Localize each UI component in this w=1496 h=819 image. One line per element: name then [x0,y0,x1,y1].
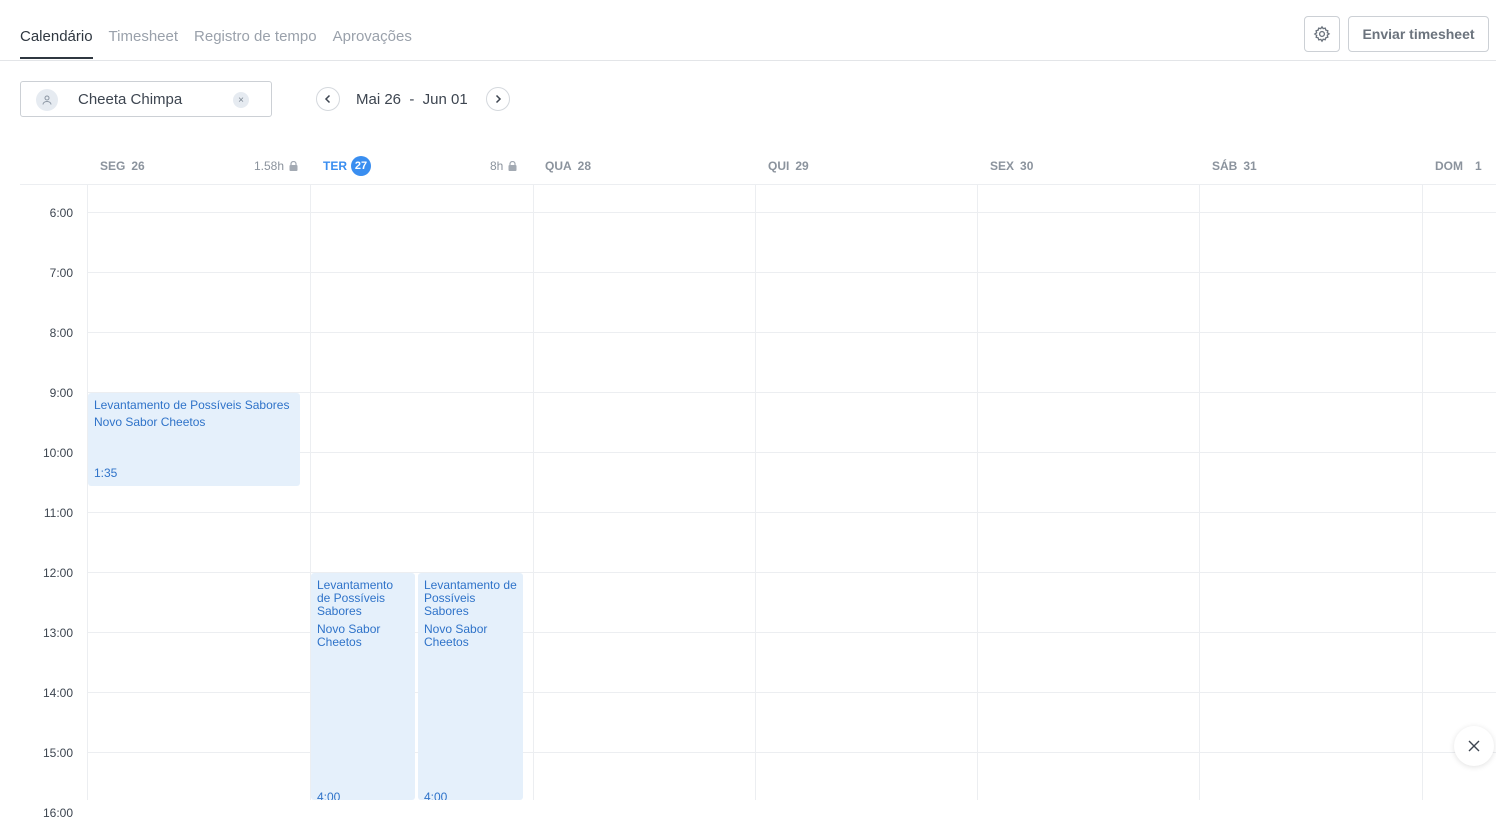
hour-label: 8:00 [49,326,73,340]
tab-timesheet[interactable]: Timesheet [109,28,178,59]
selected-user-name: Cheeta Chimpa [78,91,183,108]
close-icon: × [238,94,244,106]
day-name: TER [323,159,347,173]
hour-label: 14:00 [42,686,73,700]
column-divider [755,184,756,800]
day-name: DOM [1435,159,1463,173]
day-header-sun: DOM 1 [1435,157,1482,175]
hour-line [87,512,1496,513]
next-week-button[interactable] [486,87,510,111]
hour-label: 16:00 [42,806,73,819]
column-divider [533,184,534,800]
hour-line [87,272,1496,273]
entry-duration: 4:00 [424,790,448,801]
day-name: QUI [768,159,790,173]
hour-label: 7:00 [49,266,73,280]
entry-project: Novo Sabor Cheetos [317,622,381,649]
settings-button[interactable] [1304,16,1340,52]
day-header-wed: QUA 28 [545,157,591,175]
hour-label: 11:00 [43,506,73,520]
day-name: SÁB [1212,159,1238,173]
day-header-mon: SEG 26 [100,157,145,175]
entry-project: Novo Sabor Cheetos [424,622,488,649]
time-entry-card[interactable]: Levantamento de Possíveis Sabores Novo S… [418,573,523,800]
gear-icon [1313,25,1331,43]
close-icon [1468,740,1480,752]
hour-label: 12:00 [42,566,73,580]
column-divider [1422,184,1423,800]
date-range-label: Mai 26 - Jun 01 [356,91,468,108]
avatar [36,89,58,111]
top-nav: Calendário Timesheet Registro de tempo A… [0,0,1496,61]
day-total-value: 8h [490,159,504,173]
clear-user-button[interactable]: × [233,92,249,108]
day-name: SEX [990,159,1015,173]
hour-label: 10:00 [42,446,73,460]
previous-week-button[interactable] [316,87,340,111]
day-header-sat: SÁB 31 [1212,157,1257,175]
day-name: SEG [100,159,126,173]
today-badge: 27 [351,156,371,176]
header-divider [20,184,1496,185]
entry-title: Levantamento de Possíveis Sabores [317,578,394,618]
tab-bar: Calendário Timesheet Registro de tempo A… [20,28,412,59]
hour-label: 6:00 [49,206,73,220]
day-total-value: 1.58h [254,159,285,173]
hour-line [87,692,1496,693]
day-number: 31 [1243,159,1257,173]
entry-title: Levantamento de Possíveis Sabores [424,578,517,618]
submit-timesheet-button[interactable]: Enviar timesheet [1348,16,1489,52]
day-total-mon: 1.58h [254,159,298,173]
entry-duration: 1:35 [94,466,118,480]
user-icon [42,95,52,105]
day-number: 26 [131,159,145,173]
day-header-thu: QUI 29 [768,157,809,175]
hour-line [87,212,1496,213]
day-name: QUA [545,159,572,173]
column-divider [87,184,88,800]
tab-calendar[interactable]: Calendário [20,28,93,59]
time-entry-card[interactable]: Levantamento de Possíveis Sabores Novo S… [88,393,300,486]
day-number: 30 [1020,159,1034,173]
tab-time-log[interactable]: Registro de tempo [194,28,317,59]
chevron-right-icon [495,94,502,104]
time-entry-card[interactable]: Levantamento de Possíveis Sabores Novo S… [311,573,415,800]
hour-line [87,632,1496,633]
day-header-fri: SEX 30 [990,157,1033,175]
close-panel-button[interactable] [1454,726,1494,766]
calendar-page: Calendário Timesheet Registro de tempo A… [0,0,1496,819]
hour-line [87,572,1496,573]
day-number: 29 [795,159,809,173]
hour-line [87,332,1496,333]
lock-icon [508,161,517,171]
chevron-left-icon [324,94,331,104]
lock-icon [289,161,298,171]
user-selector[interactable]: Cheeta Chimpa × [20,81,272,117]
day-number: 28 [577,159,592,173]
hour-label: 9:00 [49,386,73,400]
hour-label: 13:00 [42,626,73,640]
day-header-tue: TER 27 [323,156,371,176]
day-number: 1 [1475,159,1482,173]
entry-duration: 4:00 [317,790,341,801]
hour-line [87,752,1496,753]
entry-title: Levantamento de Possíveis Sabores [94,398,290,412]
tab-approvals[interactable]: Aprovações [333,28,412,59]
column-divider [977,184,978,800]
entry-project: Novo Sabor Cheetos [94,415,206,429]
column-divider [1199,184,1200,800]
day-total-tue: 8h [490,159,517,173]
hour-label: 15:00 [42,746,73,760]
